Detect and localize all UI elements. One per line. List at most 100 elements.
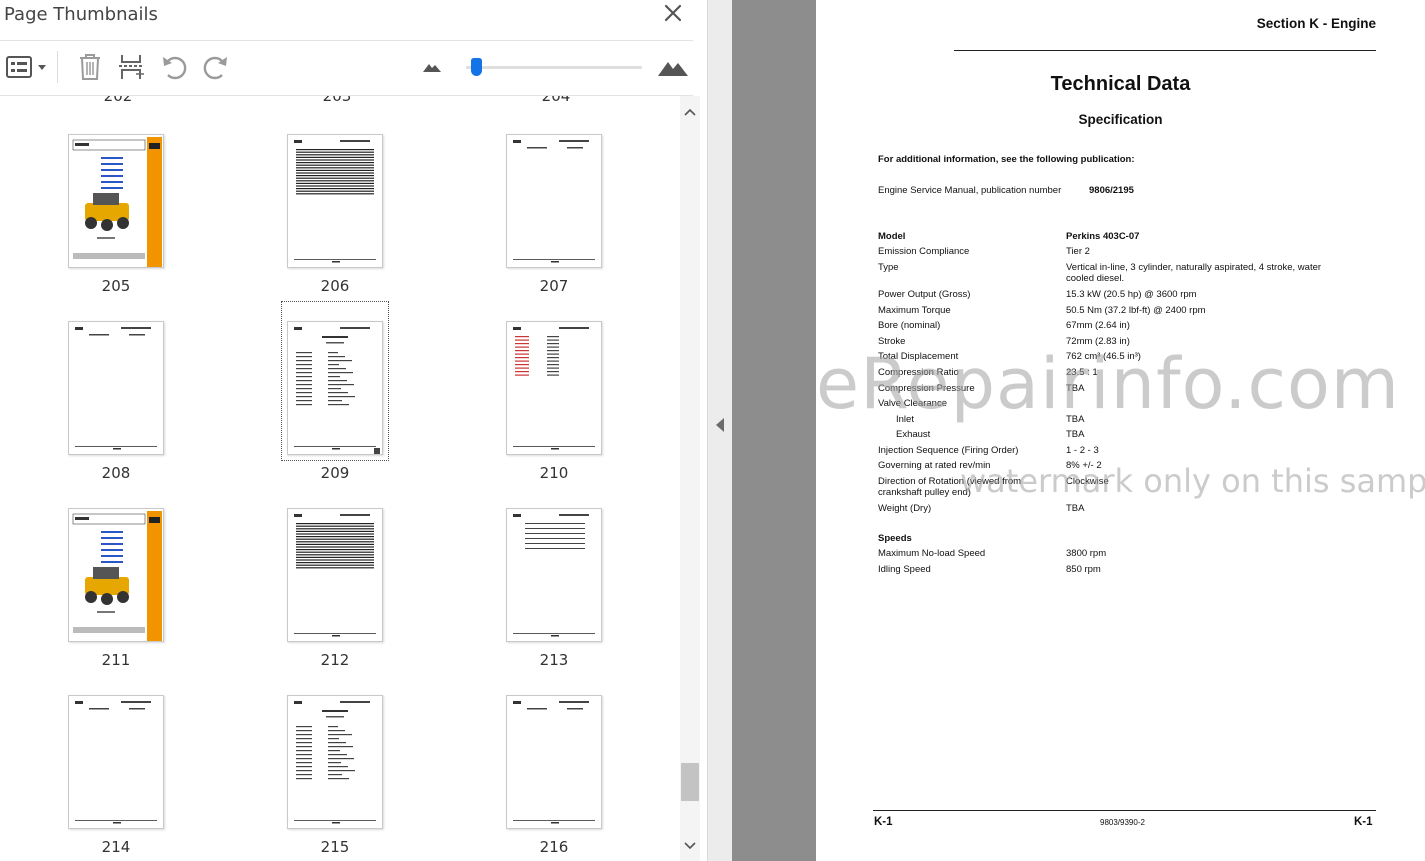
thumbnail-page[interactable] [506, 134, 602, 268]
speed-value: 850 rpm [1066, 564, 1101, 575]
scrollbar-thumb[interactable] [681, 763, 699, 801]
trash-icon [80, 54, 100, 80]
thumbnail-page[interactable] [506, 508, 602, 642]
page-thumbnails-panel: Page Thumbnails 202 203 204 205 206 207 … [0, 0, 708, 861]
thumbnail-page[interactable] [506, 695, 602, 829]
speed-label: Idling Speed [878, 564, 931, 575]
info-line: For additional information, see the foll… [878, 154, 1135, 165]
thumbnail-number: 213 [539, 651, 569, 669]
thumbnail-page[interactable] [68, 508, 164, 642]
zoom-in-thumbnails-button[interactable] [656, 50, 690, 84]
speed-label: Maximum No-load Speed [878, 548, 986, 559]
thumbnail-number: 203 [322, 96, 352, 105]
thumbnail-number: 206 [320, 277, 350, 295]
page-preview-icon [75, 327, 157, 450]
thumbnail-size-slider[interactable] [466, 58, 642, 78]
thumbnail-page[interactable] [287, 695, 383, 829]
footer-rule [873, 810, 1376, 811]
spec-value: 67mm (2.64 in) [1066, 320, 1130, 331]
thumbnail-number: 207 [539, 277, 569, 295]
thumbnail-page[interactable] [68, 134, 164, 268]
thumbnail-options-icon [6, 56, 46, 78]
thumbnail-number: 202 [103, 96, 133, 105]
spec-label: Bore (nominal) [878, 320, 941, 331]
rotate-counterclockwise-icon [163, 56, 187, 80]
footer-publication: 9803/9390-2 [1100, 818, 1145, 827]
spec-label: Injection Sequence (Firing Order) [878, 445, 1019, 456]
thumbnail-page[interactable] [68, 695, 164, 829]
thumbnail-number: 216 [539, 838, 569, 856]
page-preview-icon [294, 701, 376, 824]
page-preview-icon [72, 511, 162, 641]
spec-label: Emission Compliance [878, 246, 970, 257]
page-preview-icon [75, 701, 157, 824]
rotate-clockwise-icon [203, 56, 227, 80]
thumbnail-page[interactable] [68, 321, 164, 455]
page-preview-icon [513, 327, 595, 450]
thumbnail-number: 211 [101, 651, 131, 669]
speeds-heading: Speeds [878, 533, 912, 544]
scroll-down-button[interactable] [680, 836, 700, 856]
thumbnail-grid: 202 203 204 205 206 207 208 209 210 211 212 213 214 2… [0, 96, 680, 861]
thumbnail-page[interactable] [506, 321, 602, 455]
spec-value: 1 - 2 - 3 [1066, 445, 1099, 456]
page-preview-icon [294, 140, 376, 263]
speed-value: 3800 rpm [1066, 548, 1107, 559]
spec-label: Weight (Dry) [878, 503, 932, 514]
spec-value: Vertical in-line, 3 cylinder, naturally … [1066, 262, 1322, 284]
thumbnail-options-button[interactable] [2, 50, 48, 84]
scroll-up-button[interactable] [680, 102, 700, 122]
spec-value: Perkins 403C-07 [1066, 231, 1140, 242]
footer-page-right: K-1 [1354, 816, 1373, 828]
thumbnail-number: 215 [320, 838, 350, 856]
thumbnail-page[interactable] [287, 134, 383, 268]
spec-value: 15.3 kW (20.5 hp) @ 3600 rpm [1066, 289, 1197, 300]
spec-label: Type [878, 262, 899, 273]
rotate-clockwise-button[interactable] [199, 50, 233, 84]
delete-page-button[interactable] [73, 50, 107, 84]
spec-label: Model [878, 231, 906, 242]
large-mountain-icon [658, 62, 688, 76]
page-preview-icon [294, 327, 380, 454]
header-rule [954, 50, 1376, 51]
rotate-counterclockwise-button[interactable] [157, 50, 191, 84]
thumbnail-number: 212 [320, 651, 350, 669]
close-icon [664, 4, 682, 22]
panel-title: Page Thumbnails [4, 4, 158, 25]
zoom-out-thumbnails-button[interactable] [415, 50, 449, 84]
thumbnail-page[interactable] [287, 321, 383, 455]
thumbnail-page[interactable] [287, 508, 383, 642]
page-preview-icon [72, 137, 162, 267]
document-page: Section K - Engine Technical Data Specif… [816, 0, 1425, 861]
spec-label: Maximum Torque [878, 305, 951, 316]
spec-value: TBA [1066, 429, 1085, 440]
spec-label: Power Output (Gross) [878, 289, 971, 300]
small-mountain-icon [423, 64, 441, 72]
collapse-panel-arrow-icon[interactable] [716, 418, 724, 432]
slider-track [466, 66, 642, 69]
close-panel-button[interactable] [662, 2, 684, 24]
thumbnail-number: 209 [320, 464, 350, 482]
page-preview-icon [513, 701, 595, 824]
thumbnail-number: 204 [541, 96, 571, 105]
insert-page-button[interactable] [114, 50, 148, 84]
toolbar-divider [57, 51, 58, 83]
service-manual-number: 9806/2195 [1089, 185, 1134, 196]
document-viewport: Section K - Engine Technical Data Specif… [732, 0, 1425, 861]
spec-value: 50.5 Nm (37.2 lbf-ft) @ 2400 rpm [1066, 305, 1206, 316]
thumbnail-scrollbar[interactable] [680, 96, 700, 861]
insert-page-icon [119, 55, 144, 79]
chevron-down-icon [684, 842, 696, 850]
page-preview-icon [513, 140, 595, 263]
page-title: Technical Data [1050, 73, 1191, 95]
service-manual-label: Engine Service Manual, publication numbe… [878, 185, 1062, 196]
panel-splitter[interactable] [708, 0, 732, 861]
thumbnails-toolbar [0, 41, 693, 95]
thumbnail-number: 210 [539, 464, 569, 482]
spec-value: TBA [1066, 503, 1085, 514]
slider-handle[interactable] [471, 58, 482, 76]
thumbnail-number: 205 [101, 277, 131, 295]
thumbnail-number: 214 [101, 838, 131, 856]
page-preview-icon [513, 514, 595, 637]
footer-page-left: K-1 [874, 816, 893, 828]
